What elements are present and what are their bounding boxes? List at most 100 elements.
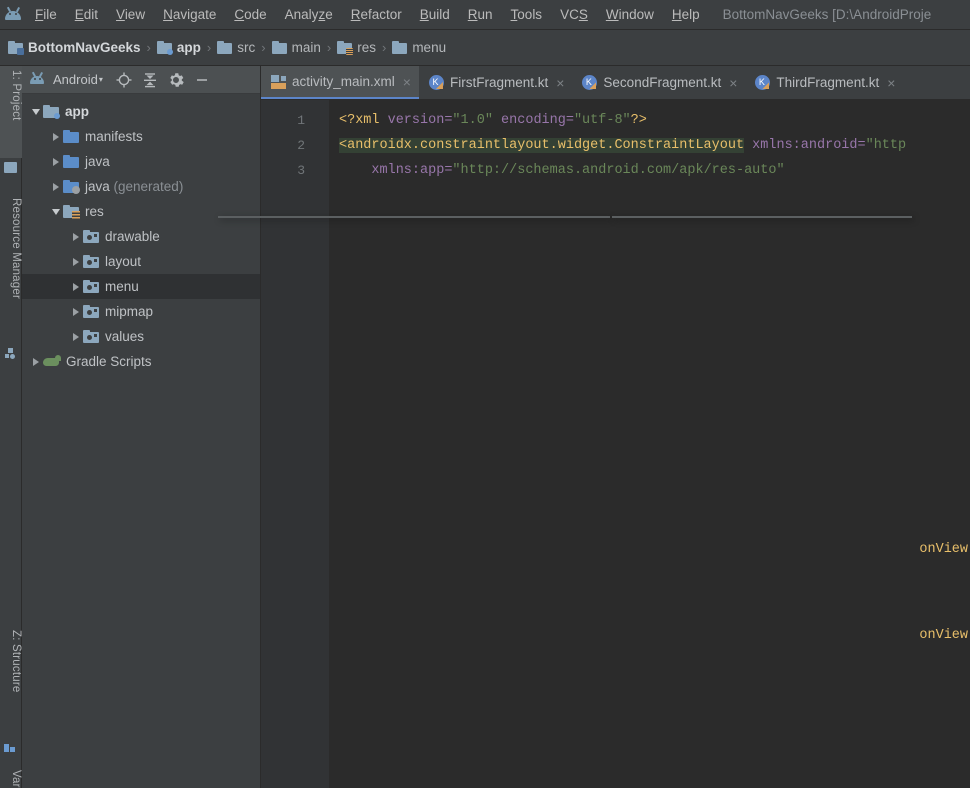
- close-icon[interactable]: ×: [403, 74, 411, 90]
- code-token: "1.0": [452, 113, 493, 128]
- image-folder-icon: [83, 305, 99, 318]
- breadcrumb-item-res[interactable]: res: [337, 40, 376, 55]
- new-submenu[interactable]: [612, 216, 912, 218]
- resource-manager-icon: [4, 348, 17, 360]
- tree-item-manifests[interactable]: manifests: [22, 124, 260, 149]
- sidebar-tab-project[interactable]: 1: Project: [0, 66, 22, 158]
- collapse-all-icon[interactable]: [137, 67, 163, 93]
- menubar-item-refactor[interactable]: Refactor: [342, 4, 411, 25]
- tree-item-label: app: [65, 104, 89, 119]
- tree-item-drawable[interactable]: drawable: [22, 224, 260, 249]
- partial-code-right-1: onView: [919, 542, 968, 557]
- sidebar-tab-variants[interactable]: Variants: [0, 766, 22, 788]
- tree-item-label: layout: [105, 254, 141, 269]
- tree-item-java[interactable]: java (generated): [22, 174, 260, 199]
- line-number: 3: [261, 158, 329, 183]
- code-token: <?xml: [339, 113, 388, 128]
- chevron-right-icon[interactable]: [68, 324, 83, 349]
- tree-item-label: java: [85, 154, 110, 169]
- breadcrumb-separator: ›: [207, 40, 211, 55]
- chevron-down-icon[interactable]: [28, 99, 43, 124]
- locate-target-icon[interactable]: [111, 67, 137, 93]
- menubar-item-help[interactable]: Help: [663, 4, 709, 25]
- code-token: ?>: [631, 113, 647, 128]
- image-folder-icon: [83, 255, 99, 268]
- code-token: xmlns:android=: [744, 138, 866, 153]
- breadcrumb-separator: ›: [147, 40, 151, 55]
- chevron-right-icon[interactable]: [68, 274, 83, 299]
- chevron-right-icon[interactable]: [68, 299, 83, 324]
- breadcrumb-item-app[interactable]: app: [157, 40, 201, 55]
- project-view-selector-label[interactable]: Android: [53, 72, 98, 87]
- breadcrumb-item-bottomnavgeeks[interactable]: BottomNavGeeks: [8, 40, 141, 55]
- tree-item-label: drawable: [105, 229, 160, 244]
- image-folder-icon: [83, 280, 99, 293]
- chevron-right-icon[interactable]: [48, 124, 63, 149]
- chevron-right-icon[interactable]: [28, 349, 43, 374]
- settings-gear-icon[interactable]: [163, 67, 189, 93]
- menubar-item-edit[interactable]: Edit: [66, 4, 107, 25]
- code-token: "http: [866, 138, 907, 153]
- breadcrumb-item-src[interactable]: src: [217, 40, 255, 55]
- folder-icon: [272, 41, 287, 54]
- close-icon[interactable]: ×: [887, 75, 895, 91]
- menubar-item-window[interactable]: Window: [597, 4, 663, 25]
- breadcrumb-item-label: src: [237, 40, 255, 55]
- context-menu[interactable]: [218, 216, 610, 218]
- chevron-right-icon[interactable]: [68, 224, 83, 249]
- tree-item-layout[interactable]: layout: [22, 249, 260, 274]
- editor-tab-label: ThirdFragment.kt: [776, 75, 879, 90]
- code-line: <?xml version="1.0" encoding="utf-8"?>: [339, 108, 970, 133]
- code-editor[interactable]: 1 2 3 <?xml version="1.0" encoding="utf-…: [261, 100, 970, 788]
- hide-panel-icon[interactable]: [189, 67, 215, 93]
- chevron-right-icon[interactable]: [48, 174, 63, 199]
- sidebar-tab-resource-manager[interactable]: Resource Manager: [0, 194, 22, 344]
- tree-item-java[interactable]: java: [22, 149, 260, 174]
- gradle-icon: [43, 355, 61, 369]
- menubar-item-analyze[interactable]: Analyze: [276, 4, 342, 25]
- editor-tab-thirdfragment-kt[interactable]: KThirdFragment.kt×: [745, 66, 903, 99]
- close-icon[interactable]: ×: [729, 75, 737, 91]
- editor-tab-activity-main-xml[interactable]: activity_main.xml×: [261, 66, 419, 99]
- sidebar-tab-structure[interactable]: Z: Structure: [0, 626, 22, 726]
- menubar-item-view[interactable]: View: [107, 4, 154, 25]
- tree-item-app[interactable]: app: [22, 99, 260, 124]
- chevron-right-icon[interactable]: [48, 149, 63, 174]
- folder-icon: [217, 41, 232, 54]
- menubar-item-code[interactable]: Code: [225, 4, 275, 25]
- breadcrumb-item-label: main: [292, 40, 321, 55]
- code-text[interactable]: <?xml version="1.0" encoding="utf-8"?><a…: [329, 100, 970, 788]
- tree-item-label: values: [105, 329, 144, 344]
- editor-tab-bar: activity_main.xml×KFirstFragment.kt×KSec…: [261, 66, 970, 100]
- menu-bar: FileEditViewNavigateCodeAnalyzeRefactorB…: [0, 0, 970, 30]
- chevron-down-icon[interactable]: [48, 199, 63, 224]
- editor-tab-secondfragment-kt[interactable]: KSecondFragment.kt×: [572, 66, 745, 99]
- res-folder-icon: [63, 205, 79, 218]
- sidebar-tab-resource-manager-label: Resource Manager: [10, 198, 22, 299]
- breadcrumb-separator: ›: [327, 40, 331, 55]
- chevron-right-icon[interactable]: [68, 249, 83, 274]
- tree-item-res[interactable]: res: [22, 199, 260, 224]
- breadcrumb-item-label: app: [177, 40, 201, 55]
- code-token: encoding=: [493, 113, 574, 128]
- tree-item-label: Gradle Scripts: [66, 354, 152, 369]
- menubar-item-navigate[interactable]: Navigate: [154, 4, 225, 25]
- close-icon[interactable]: ×: [556, 75, 564, 91]
- tree-item-mipmap[interactable]: mipmap: [22, 299, 260, 324]
- menubar-item-build[interactable]: Build: [411, 4, 459, 25]
- tree-item-values[interactable]: values: [22, 324, 260, 349]
- menubar-item-file[interactable]: File: [26, 4, 66, 25]
- menubar-item-run[interactable]: Run: [459, 4, 502, 25]
- menubar-item-tools[interactable]: Tools: [502, 4, 552, 25]
- code-line: <androidx.constraintlayout.widget.Constr…: [339, 133, 970, 158]
- editor-tab-firstfragment-kt[interactable]: KFirstFragment.kt×: [419, 66, 572, 99]
- menubar-item-vcs[interactable]: VCS: [551, 4, 597, 25]
- breadcrumb-item-menu[interactable]: menu: [392, 40, 446, 55]
- left-tool-strip: 1: Project Resource Manager Z: Structure…: [0, 66, 22, 788]
- project-panel-header: Android ▾: [22, 66, 260, 94]
- breadcrumb-item-main[interactable]: main: [272, 40, 321, 55]
- image-folder-icon: [83, 230, 99, 243]
- tree-item-menu[interactable]: menu: [22, 274, 260, 299]
- chevron-down-icon[interactable]: ▾: [99, 75, 103, 84]
- tree-item-gradle-scripts[interactable]: Gradle Scripts: [22, 349, 260, 374]
